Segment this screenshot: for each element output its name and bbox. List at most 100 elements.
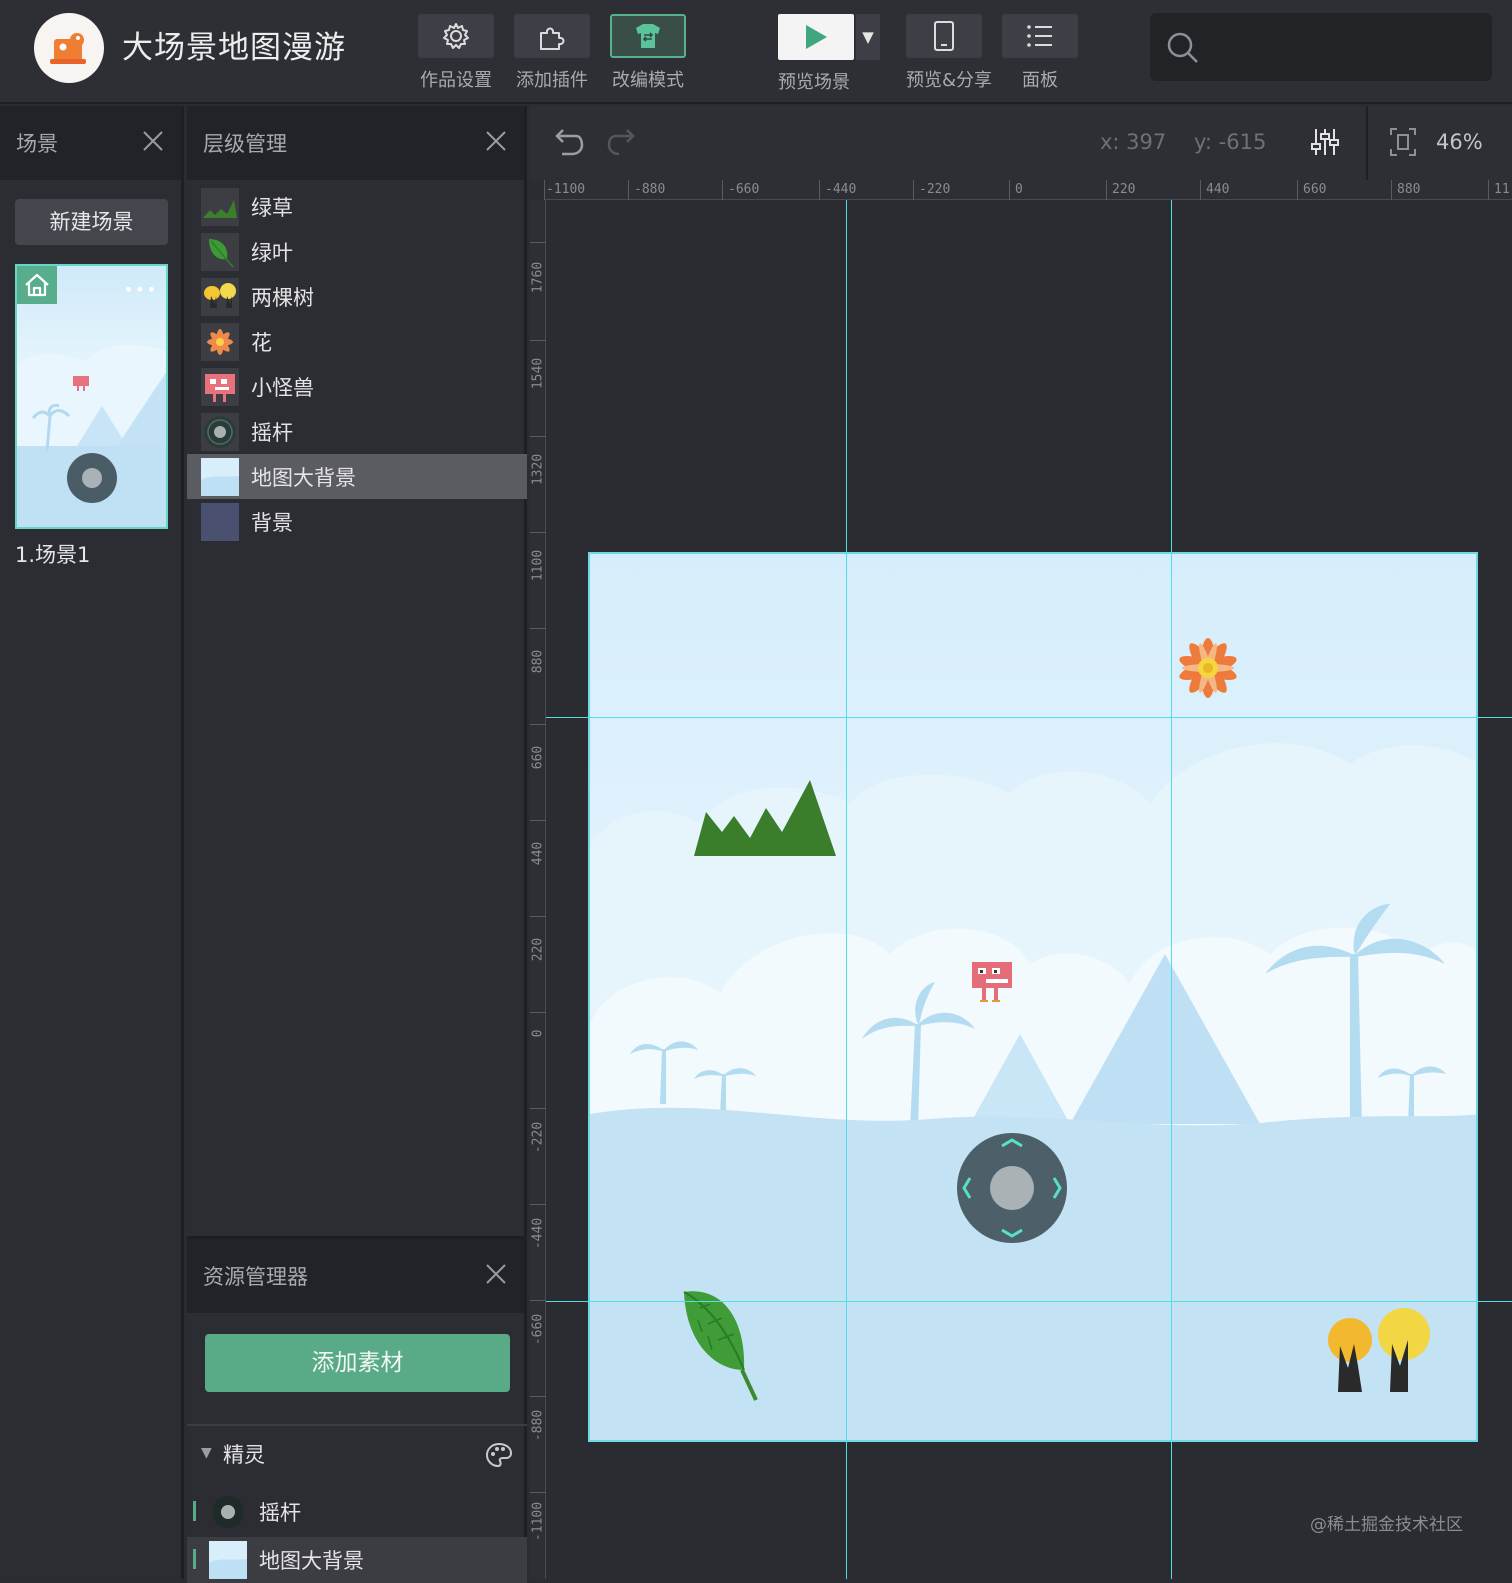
layer-item-monster[interactable]: 小怪兽 (187, 364, 527, 409)
ruler-tick (1106, 180, 1107, 200)
two-trees-sprite[interactable] (1324, 1306, 1436, 1396)
preview-scene-button[interactable] (778, 14, 854, 60)
ruler-tick (530, 1300, 546, 1301)
scene-thumbnail[interactable]: ••• (15, 264, 168, 529)
panel-label: 面板 (1022, 70, 1058, 91)
redo-icon[interactable] (606, 126, 640, 162)
work-settings-label: 作品设置 (420, 70, 492, 91)
close-icon[interactable] (483, 128, 509, 154)
add-asset-button[interactable]: 添加素材 (205, 1334, 510, 1392)
ruler-tick (530, 532, 546, 533)
ruler-label: -220 (919, 182, 951, 197)
layer-item-map-background[interactable]: 地图大背景 (187, 454, 527, 499)
close-icon[interactable] (483, 1261, 509, 1287)
new-scene-button[interactable]: 新建场景 (15, 199, 168, 245)
asset-group-sprites[interactable]: ▼ 精灵 (187, 1439, 527, 1473)
monster-sprite[interactable] (970, 958, 1014, 1004)
fit-screen-icon[interactable] (1388, 126, 1418, 162)
palette-icon[interactable] (485, 1441, 513, 1473)
ruler-label: -880 (634, 182, 666, 197)
divider (187, 1424, 527, 1426)
asset-marker (193, 1501, 196, 1521)
close-icon[interactable] (140, 128, 166, 154)
ruler-tick (819, 180, 820, 200)
search-box (1150, 13, 1492, 81)
caret-down-icon: ▼ (201, 1445, 212, 1461)
ruler-horizontal: -1100 -880 -660 -440 -220 0 220 440 660 … (544, 180, 1512, 200)
ruler-label: -220 (530, 1121, 546, 1154)
scene-panel-title: 场景 (16, 132, 58, 156)
scene-stage[interactable] (588, 552, 1478, 1442)
scene-name[interactable]: 1.场景1 (15, 539, 90, 569)
layers-panel: 层级管理 绿草 绿叶 两棵树 花 小怪兽 摇杆 地图大背景 背景 (187, 106, 527, 1236)
ruler-label: 880 (530, 649, 546, 674)
asset-name: 摇杆 (259, 1501, 301, 1525)
guide-line-vertical[interactable] (1171, 200, 1172, 1579)
flower-sprite[interactable] (1168, 612, 1258, 722)
canvas-area: x: 397 y: -615 46% -1100 -880 -660 -440 … (530, 106, 1512, 1579)
ruler-tick (1488, 180, 1489, 200)
more-options-icon[interactable]: ••• (124, 280, 158, 299)
work-settings-button[interactable]: 作品设置 (418, 14, 494, 92)
add-plugin-button[interactable]: 添加插件 (514, 14, 590, 92)
joystick-sprite[interactable] (956, 1132, 1068, 1244)
guide-line-horizontal[interactable] (546, 1301, 1512, 1302)
ruler-label: 660 (530, 745, 546, 770)
ruler-label: 220 (530, 937, 546, 962)
ruler-label: 1100 (530, 549, 546, 582)
assets-panel-title: 资源管理器 (203, 1265, 308, 1289)
ruler-label: 880 (1397, 182, 1421, 197)
layer-item-joystick[interactable]: 摇杆 (187, 409, 527, 454)
ruler-label: -440 (530, 1217, 546, 1250)
ruler-tick (530, 1396, 546, 1397)
home-icon[interactable] (17, 266, 57, 304)
undo-icon[interactable] (550, 126, 584, 162)
ruler-tick (544, 180, 545, 200)
preview-share-button[interactable]: 预览&分享 (906, 14, 992, 92)
app-logo (34, 13, 104, 83)
layer-item-background[interactable]: 背景 (187, 499, 527, 544)
top-bar: 大场景地图漫游 作品设置 添加插件 改编模式 ▼ 预览场景 预览&分享 面板 (0, 0, 1512, 104)
zoom-level[interactable]: 46% (1436, 130, 1483, 154)
asset-item-map-background[interactable]: 地图大背景 (187, 1537, 527, 1583)
layer-item-leaf[interactable]: 绿叶 (187, 229, 527, 274)
ruler-tick (530, 820, 546, 821)
layer-item-flower[interactable]: 花 (187, 319, 527, 364)
guide-line-horizontal[interactable] (546, 717, 1512, 718)
ruler-label: 0 (1015, 182, 1023, 197)
layer-item-two-trees[interactable]: 两棵树 (187, 274, 527, 319)
layer-name: 摇杆 (251, 421, 293, 445)
leaf-sprite[interactable] (680, 1286, 764, 1404)
layer-name: 两棵树 (251, 286, 314, 310)
ruler-label: 1760 (530, 261, 546, 294)
layer-name: 绿叶 (251, 241, 293, 265)
asset-item-joystick[interactable]: 摇杆 (187, 1489, 527, 1535)
joystick-icon (201, 413, 239, 451)
ruler-label: -880 (530, 1409, 546, 1442)
preview-scene-label: 预览场景 (778, 72, 850, 93)
ruler-tick (530, 1204, 546, 1205)
adjust-icon[interactable] (1310, 126, 1340, 162)
search-icon (1166, 31, 1200, 69)
preview-dropdown-button[interactable]: ▼ (856, 14, 880, 60)
layer-item-grass[interactable]: 绿草 (187, 184, 527, 229)
search-input[interactable] (1212, 27, 1472, 67)
ruler-label: -660 (728, 182, 760, 197)
ruler-tick (530, 724, 546, 725)
caret-down-icon: ▼ (862, 28, 874, 46)
assets-panel-header: 资源管理器 (187, 1239, 524, 1313)
puzzle-icon (514, 14, 590, 58)
panel-button[interactable]: 面板 (1002, 14, 1078, 92)
ruler-label: 0 (530, 1029, 546, 1038)
x-coordinate: x: 397 (1100, 130, 1167, 154)
ruler-tick (1200, 180, 1201, 200)
add-plugin-label: 添加插件 (516, 70, 588, 91)
watermark: @稀土掘金技术社区 (1310, 1515, 1463, 1535)
layer-name: 地图大背景 (251, 466, 356, 490)
grass-sprite[interactable] (692, 776, 838, 858)
ruler-label: 1320 (530, 453, 546, 486)
remix-mode-button[interactable]: 改编模式 (610, 14, 686, 92)
ruler-tick (1297, 180, 1298, 200)
layers-panel-title: 层级管理 (203, 132, 287, 156)
guide-line-vertical[interactable] (846, 200, 847, 1579)
